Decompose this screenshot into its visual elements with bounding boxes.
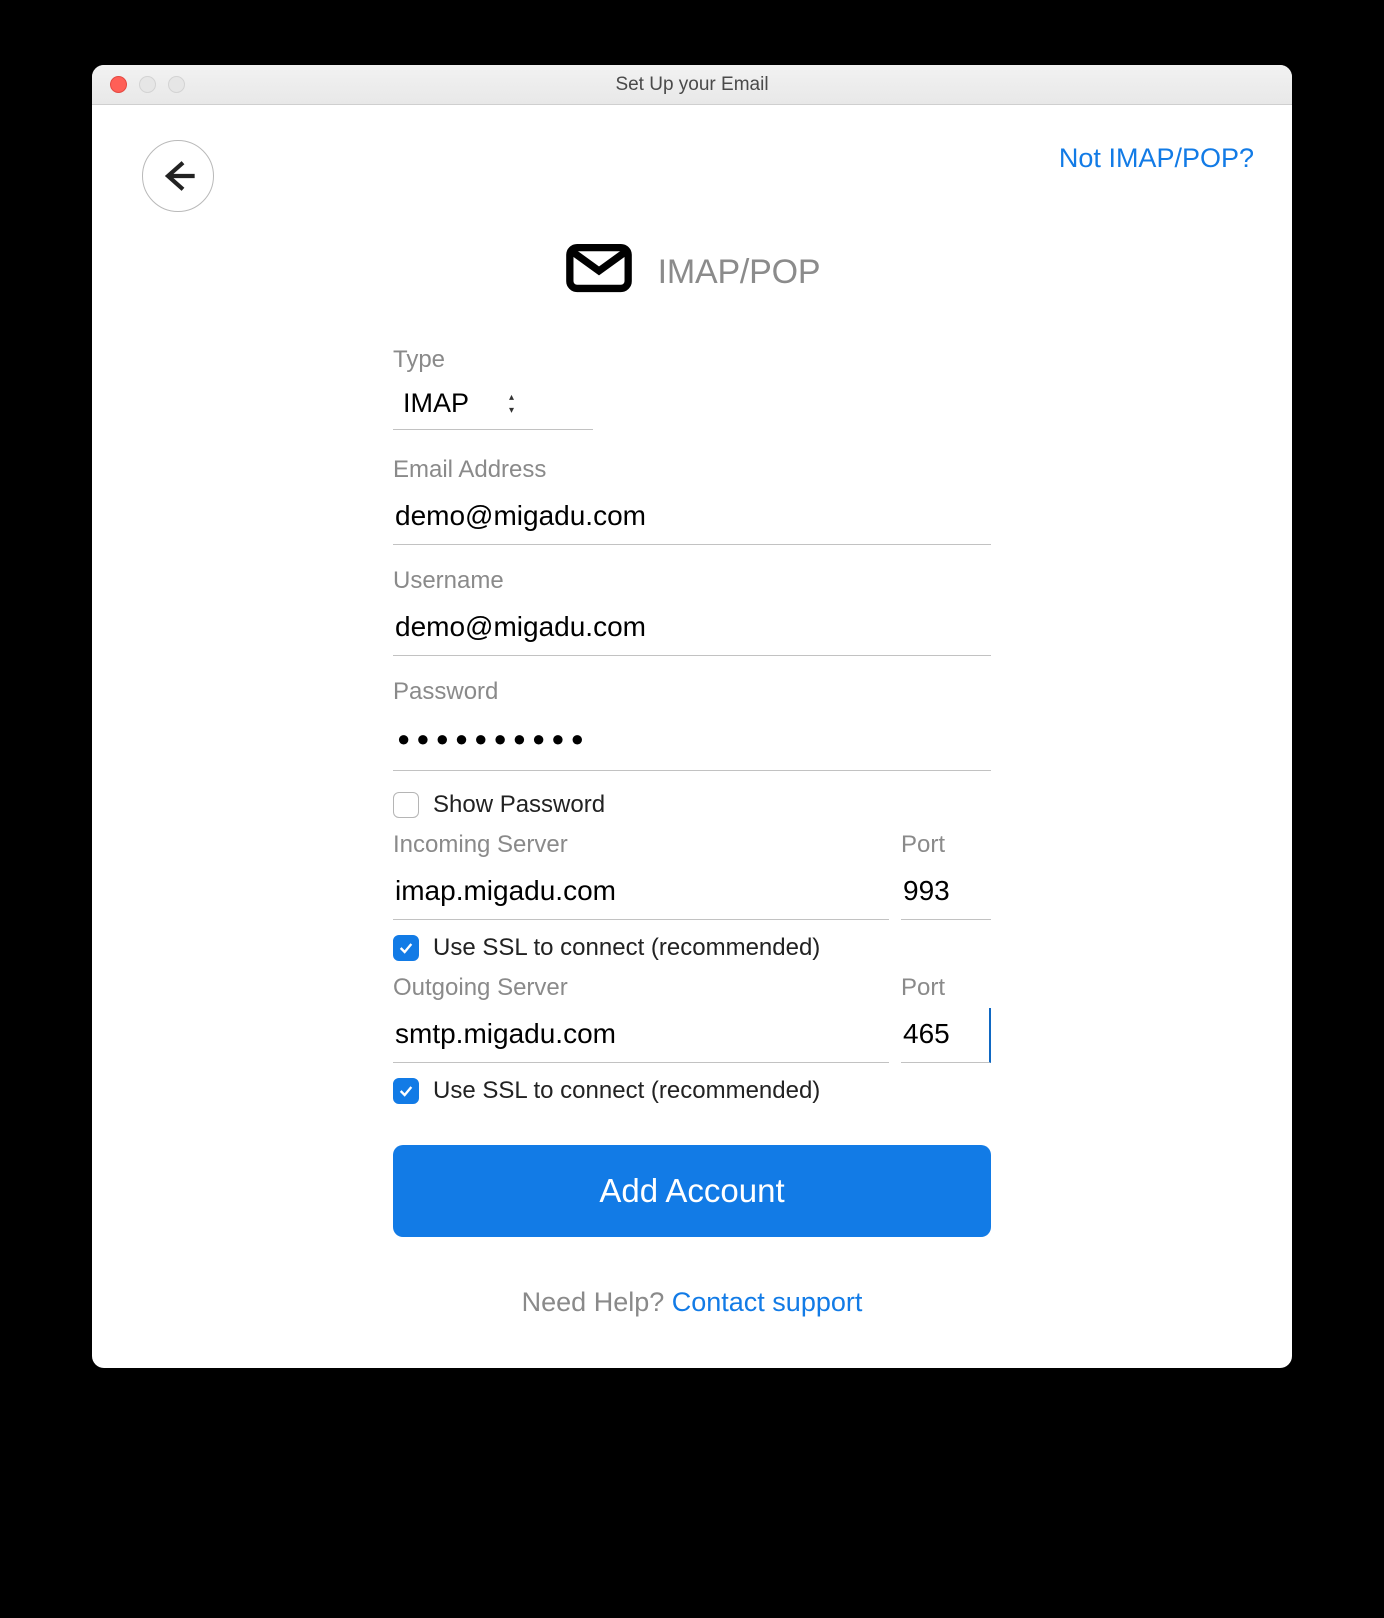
not-imap-pop-link[interactable]: Not IMAP/POP? [1059,143,1254,174]
setup-email-window: Set Up your Email Not IMAP/POP? IMAP/POP… [92,65,1292,1368]
back-button[interactable] [142,140,214,212]
username-input[interactable] [393,601,991,656]
maximize-window-button[interactable] [168,76,185,93]
outgoing-server-row: Outgoing Server Port [393,974,991,1063]
incoming-server-label: Incoming Server [393,831,889,859]
protocol-title: IMAP/POP [658,253,821,292]
email-input[interactable] [393,490,991,545]
outgoing-ssl-checkbox[interactable] [393,1078,419,1104]
username-label: Username [393,567,991,595]
email-field-block: Email Address [393,456,991,545]
type-value: IMAP [403,388,469,419]
incoming-ssl-row: Use SSL to connect (recommended) [393,934,991,962]
help-prefix: Need Help? [522,1287,672,1317]
close-window-button[interactable] [110,76,127,93]
add-account-button[interactable]: Add Account [393,1145,991,1237]
mail-icon [564,233,634,312]
password-field-block: Password ●●●●●●●●●● [393,678,991,771]
show-password-checkbox[interactable] [393,792,419,818]
password-label: Password [393,678,991,706]
form: Type IMAP ▴▾ Email Address Username Pass… [393,346,991,1318]
email-label: Email Address [393,456,991,484]
incoming-port-input[interactable] [901,865,991,920]
incoming-port-label: Port [901,831,991,859]
chevron-up-down-icon: ▴▾ [509,392,514,416]
show-password-label: Show Password [433,791,605,819]
outgoing-ssl-row: Use SSL to connect (recommended) [393,1077,991,1105]
outgoing-server-input[interactable] [393,1008,889,1063]
show-password-row: Show Password [393,791,991,819]
outgoing-port-label: Port [901,974,991,1002]
titlebar: Set Up your Email [92,65,1292,105]
incoming-server-input[interactable] [393,865,889,920]
incoming-server-row: Incoming Server Port [393,831,991,920]
traffic-lights [92,76,185,93]
outgoing-ssl-label: Use SSL to connect (recommended) [433,1077,820,1105]
username-field-block: Username [393,567,991,656]
window-title: Set Up your Email [615,74,768,96]
outgoing-port-input[interactable] [901,1008,991,1063]
outgoing-server-label: Outgoing Server [393,974,889,1002]
minimize-window-button[interactable] [139,76,156,93]
type-label: Type [393,346,991,374]
incoming-ssl-label: Use SSL to connect (recommended) [433,934,820,962]
type-select[interactable]: IMAP ▴▾ [393,380,593,430]
password-input[interactable]: ●●●●●●●●●● [393,712,991,771]
contact-support-link[interactable]: Contact support [672,1287,863,1317]
help-row: Need Help? Contact support [393,1287,991,1318]
incoming-ssl-checkbox[interactable] [393,935,419,961]
protocol-header: IMAP/POP [130,233,1254,312]
content: Not IMAP/POP? IMAP/POP Type IMAP ▴▾ Emai… [92,105,1292,1368]
